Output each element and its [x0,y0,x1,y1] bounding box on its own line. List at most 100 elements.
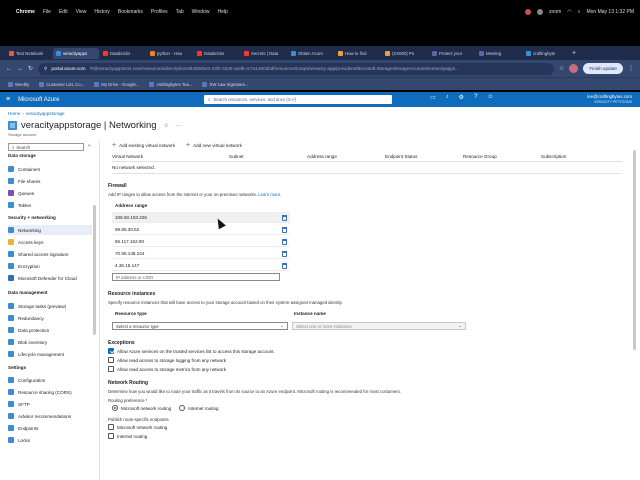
sidebar-item-locks[interactable]: Locks [8,435,92,445]
resource-type-select[interactable]: Select a resource type ⌄ [112,322,288,330]
feedback-icon[interactable]: ☺ [487,94,493,101]
content-scrollbar[interactable] [633,150,636,350]
kebab-menu-icon[interactable]: ⋮ [628,65,634,72]
url-field[interactable]: ⚲ portal.azure.com/#@veracityapptions.co… [38,62,555,75]
status-icon[interactable] [537,8,544,15]
ip-row[interactable]: 65.117.152.90 [112,236,290,247]
delete-trash-icon[interactable] [282,227,287,233]
exception-read-metrics[interactable]: Allow read access to storage metrics fro… [108,366,226,372]
breadcrumb-home[interactable]: Home [8,111,20,116]
sidebar-item-file-shares[interactable]: File shares [8,176,92,186]
notifications-icon[interactable]: ♪ [446,94,449,101]
sidebar-item-tables[interactable]: Tables [8,200,92,210]
hamburger-menu-icon[interactable]: ≡ [6,96,10,103]
bookmark-star-icon[interactable]: ☆ [559,65,564,72]
sidebar-item-defender[interactable]: Microsoft Defender for Cloud [8,273,92,283]
sidebar-item-containers[interactable]: Containers [8,164,92,174]
zoom-label[interactable]: zoom [549,9,561,15]
add-new-vnet-button[interactable]: + Add new virtual network [186,142,242,149]
menu-search-input[interactable]: ⌕ Search [8,143,84,151]
sidebar-item-redundancy[interactable]: Redundancy [8,313,92,323]
sidebar-item-data-protection[interactable]: Data protection [8,325,92,335]
bookmark-item[interactable]: Weebly [8,81,29,87]
browser-tab[interactable]: Protect your [429,48,475,59]
new-tab-plus-icon[interactable]: + [572,50,576,57]
menu-profiles[interactable]: Profiles [151,9,168,15]
clock[interactable]: Mon May 13 1:32 PM [586,9,634,15]
bookmark-item[interactable]: craftingbytes Tea... [149,81,192,87]
radio-selected[interactable] [112,405,118,411]
ip-row[interactable]: 99.85.30.52 [112,224,290,235]
breadcrumb-resource[interactable]: veracityappstorage [26,111,65,116]
settings-gear-icon[interactable]: ⚙ [459,94,464,101]
search-icon[interactable]: ⌕ [578,9,581,15]
forward-arrow-icon[interactable]: → [17,66,23,72]
radio-internet-routing[interactable]: Internet routing [179,405,219,411]
browser-tab[interactable]: How to find [335,48,381,59]
ip-address-input[interactable]: IP address or CIDR [112,273,280,281]
menu-tab[interactable]: Tab [176,9,184,15]
delete-trash-icon[interactable] [282,239,287,245]
menu-view[interactable]: View [76,9,87,15]
learn-more-link[interactable]: Learn more. [258,192,281,197]
menu-history[interactable]: History [94,9,110,15]
checkbox-checked[interactable] [108,348,114,354]
azure-brand[interactable]: Microsoft Azure [18,97,59,103]
sidebar-item-lifecycle[interactable]: Lifecycle management [8,349,92,359]
checkbox[interactable] [108,433,114,439]
sidebar-item-configuration[interactable]: Configuration [8,375,92,385]
sidebar-item-endpoints[interactable]: Endpoints [8,423,92,433]
radio-microsoft-routing[interactable]: Microsoft network routing [112,405,171,411]
radio-button[interactable] [179,405,186,411]
delete-trash-icon[interactable] [282,251,287,257]
delete-trash-icon[interactable] [282,263,287,269]
help-icon[interactable]: ? [474,94,477,101]
reload-icon[interactable]: ↻ [28,65,33,72]
bookmark-item[interactable]: My Drive - Google... [94,81,139,87]
menu-chrome[interactable]: Chrome [16,9,35,15]
checkbox[interactable] [108,357,114,363]
favorite-star-icon[interactable]: ☆ [164,122,169,129]
browser-tab[interactable]: Databricks [194,48,240,59]
more-options-icon[interactable]: ··· [176,123,182,129]
browser-tab[interactable]: python - How [147,48,193,59]
ip-row[interactable]: 4.36.15.147 [112,260,290,271]
sidebar-item-access-keys[interactable]: Access keys [8,237,92,247]
publish-microsoft-routing[interactable]: Microsoft network routing [108,424,167,430]
browser-tab[interactable]: Databricks [100,48,146,59]
menu-window[interactable]: Window [192,9,210,15]
collapse-menu-icon[interactable]: « [88,143,91,149]
record-icon[interactable] [525,8,532,15]
sidebar-item-advisor[interactable]: Advisor recommendations [8,411,92,421]
back-arrow-icon[interactable]: ← [6,66,12,72]
exception-trusted-services[interactable]: Allow Azure services on the trusted serv… [108,348,275,354]
azure-search-input[interactable]: ⌕ Search resources, services, and docs (… [204,95,392,104]
browser-tab[interactable]: Secrets | Data [241,48,287,59]
add-existing-vnet-button[interactable]: + Add existing virtual network [112,142,175,149]
ip-row[interactable]: 70.95.148.234 [112,248,290,259]
checkbox[interactable] [108,424,114,430]
browser-tab-active[interactable]: veracityapps [53,47,99,59]
azure-user-account[interactable]: lee@craftingbytes.com VERACITY PETITIONS [587,94,632,105]
sidebar-item-storage-tasks[interactable]: Storage tasks (preview) [8,301,92,311]
sidebar-scrollbar[interactable] [93,205,96,335]
browser-tab[interactable]: Test Notebook [6,48,52,59]
browser-tab[interactable]: craftingbyte [523,48,569,59]
menu-edit[interactable]: Edit [59,9,68,15]
sidebar-item-blob-inventory[interactable]: Blob inventory [8,337,92,347]
browser-tab[interactable]: Meeting [476,48,522,59]
menu-bookmarks[interactable]: Bookmarks [118,9,143,15]
finish-update-button[interactable]: Finish update [583,63,623,74]
sidebar-item-cors[interactable]: Resource sharing (CORS) [8,387,92,397]
exception-read-logging[interactable]: Allow read access to storage logging fro… [108,357,226,363]
bookmark-item[interactable]: SW Law Signature... [202,81,249,87]
browser-tab[interactable]: Obtain Azure [288,48,334,59]
profile-avatar[interactable] [569,64,579,73]
bookmark-item[interactable]: Customer List, Co... [39,81,84,87]
sidebar-item-sftp[interactable]: SFTP [8,399,92,409]
menu-file[interactable]: File [43,9,51,15]
delete-trash-icon[interactable] [282,215,287,221]
browser-tab[interactable]: (XX000) Po [382,48,428,59]
ip-row[interactable]: 108.60.103.226 [112,212,290,223]
wifi-icon[interactable]: ◠ [567,9,571,15]
